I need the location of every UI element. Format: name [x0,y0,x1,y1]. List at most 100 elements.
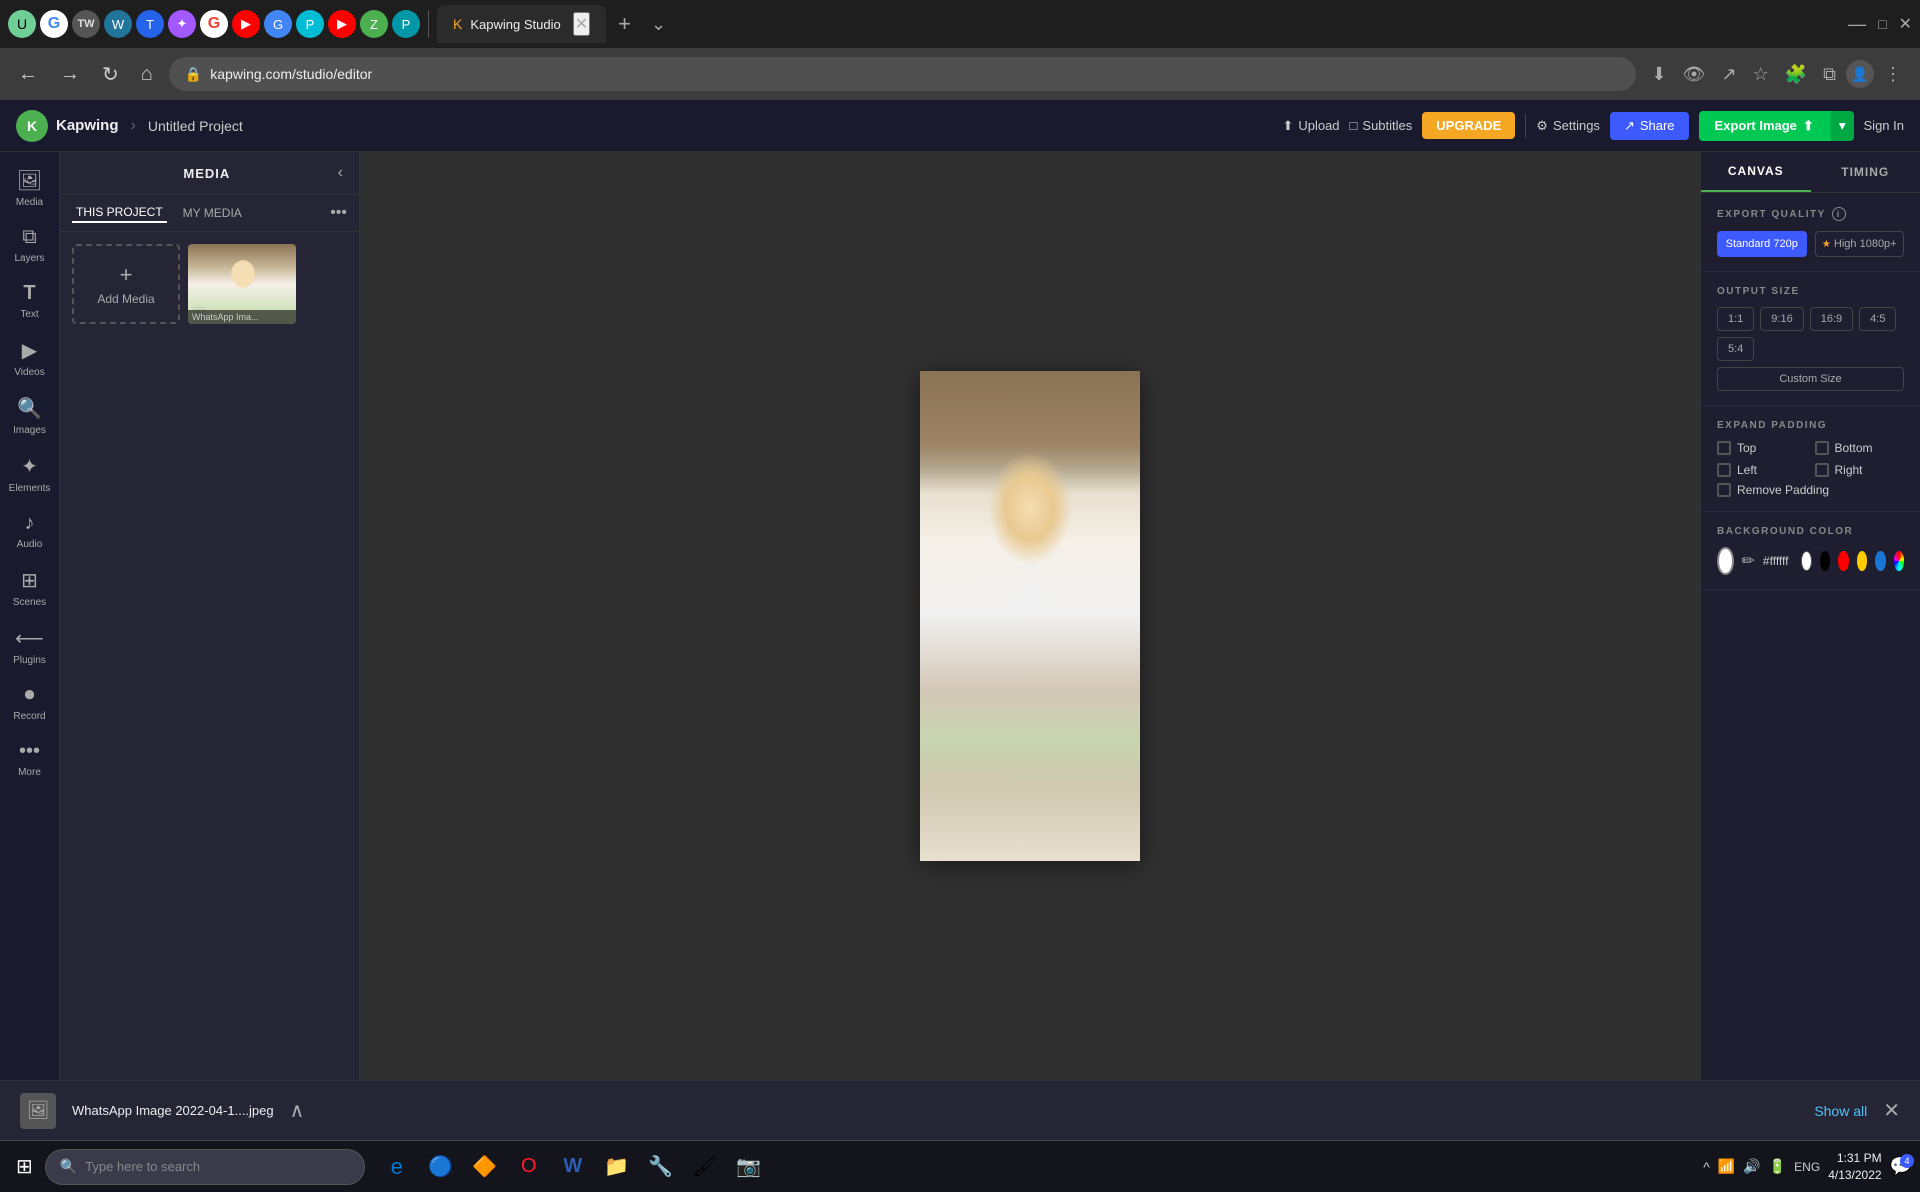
taskbar-app-word[interactable]: W [553,1147,593,1187]
taskbar-app-opera[interactable]: O [509,1147,549,1187]
remove-padding-row[interactable]: Remove Padding [1717,483,1904,497]
size-4-5-button[interactable]: 4:5 [1859,307,1896,331]
sidebar-item-plugins[interactable]: ⟵ Plugins [0,618,59,674]
search-bar[interactable]: 🔍 Type here to search [45,1149,365,1185]
padding-left-checkbox[interactable] [1717,463,1731,477]
padding-right-option[interactable]: Right [1815,463,1905,477]
custom-size-button[interactable]: Custom Size [1717,367,1904,391]
favicon-z[interactable]: Z [360,10,388,38]
padding-top-option[interactable]: Top [1717,441,1807,455]
download-icon[interactable]: ⬇ [1646,60,1673,89]
signin-button[interactable]: Sign In [1864,118,1904,133]
padding-bottom-checkbox[interactable] [1815,441,1829,455]
favicon-paws[interactable]: P [296,10,324,38]
sidebar-item-media[interactable]: 🖼 Media [0,160,59,216]
remove-padding-checkbox[interactable] [1717,483,1731,497]
subtitles-button[interactable]: □ Subtitles [1350,118,1413,133]
sidebar-item-text[interactable]: T Text [0,274,59,328]
upgrade-button[interactable]: UPGRADE [1422,112,1515,139]
eye-icon[interactable]: 👁 [1677,60,1712,89]
taskbar-app-tool1[interactable]: 🔧 [641,1147,681,1187]
user-avatar[interactable]: 👤 [1846,60,1874,88]
taskbar-app-chrome[interactable]: 🔵 [421,1147,461,1187]
favicon-tv[interactable]: T [136,10,164,38]
tab-timing[interactable]: TIMING [1811,152,1920,192]
favicon-youtube2[interactable]: ▶ [328,10,356,38]
taskbar-app-paint[interactable]: 🖌 [685,1147,725,1187]
home-button[interactable]: ⌂ [135,59,159,90]
tab-overflow-arrow[interactable]: ⌄ [651,14,666,35]
padding-top-checkbox[interactable] [1717,441,1731,455]
minimize-icon[interactable]: — [1848,14,1866,35]
taskbar-app-edge[interactable]: e [377,1147,417,1187]
padding-bottom-option[interactable]: Bottom [1815,441,1905,455]
taskbar-app-explorer[interactable]: 🔶 [465,1147,505,1187]
sidebar-item-images[interactable]: 🔍 Images [0,388,59,444]
new-tab-button[interactable]: + [610,11,639,37]
share-icon[interactable]: ↗ [1715,60,1742,89]
star-icon[interactable]: ☆ [1747,60,1775,89]
color-black[interactable] [1820,551,1830,571]
sidebar-item-videos[interactable]: ▶ Videos [0,330,59,386]
taskbar-app-camera[interactable]: 📷 [729,1147,769,1187]
bg-color-swatch[interactable] [1717,547,1734,575]
size-1-1-button[interactable]: 1:1 [1717,307,1754,331]
pencil-icon[interactable]: ✏ [1742,551,1755,571]
tab-close-button[interactable]: ✕ [573,12,590,36]
favicon-tw[interactable]: TW [72,10,100,38]
favicon-wp[interactable]: W [104,10,132,38]
size-9-16-button[interactable]: 9:16 [1760,307,1803,331]
sidebar-item-scenes[interactable]: ⊞ Scenes [0,560,59,616]
color-blue[interactable] [1875,551,1885,571]
add-media-button[interactable]: + Add Media [72,244,180,324]
tab-my-media[interactable]: MY MEDIA [179,204,246,222]
tab-canvas[interactable]: CANVAS [1701,152,1811,192]
sidebar-item-record[interactable]: ⏺ Record [0,676,59,730]
favicon-google3[interactable]: G [264,10,292,38]
padding-right-checkbox[interactable] [1815,463,1829,477]
favicon-figma[interactable]: ✦ [168,10,196,38]
sidebar-item-audio[interactable]: ♪ Audio [0,504,59,558]
profile-split-icon[interactable]: ⧉ [1817,60,1842,89]
refresh-button[interactable]: ↻ [96,58,125,91]
menu-icon[interactable]: ⋮ [1878,60,1908,89]
collapse-download-button[interactable]: ∧ [290,1098,305,1123]
favicon-youtube1[interactable]: ▶ [232,10,260,38]
media-more-button[interactable]: ••• [330,204,347,222]
color-yellow[interactable] [1857,551,1867,571]
start-button[interactable]: ⊞ [8,1150,41,1183]
padding-left-option[interactable]: Left [1717,463,1807,477]
active-tab[interactable]: K Kapwing Studio ✕ [437,5,606,43]
media-collapse-button[interactable]: ‹ [338,164,343,182]
sidebar-item-elements[interactable]: ✦ Elements [0,446,59,502]
extensions-icon[interactable]: 🧩 [1779,60,1813,89]
favicon-upwork[interactable]: U [8,10,36,38]
sidebar-item-more[interactable]: ••• More [0,732,59,786]
favicon-google1[interactable]: G [40,10,68,38]
share-button[interactable]: ↗ Share [1610,112,1689,140]
color-red[interactable] [1838,551,1848,571]
upload-button[interactable]: ⬆ Upload [1282,118,1339,134]
favicon-google2[interactable]: G [200,10,228,38]
color-white[interactable] [1801,551,1812,571]
export-quality-info-icon[interactable]: i [1832,207,1846,221]
forward-button[interactable]: → [54,59,86,90]
back-button[interactable]: ← [12,59,44,90]
address-input[interactable]: 🔒 kapwing.com/studio/editor [169,57,1636,91]
taskbar-app-files[interactable]: 📁 [597,1147,637,1187]
settings-button[interactable]: ⚙ Settings [1536,118,1600,134]
close-bar-button[interactable]: ✕ [1883,1098,1900,1123]
canvas-area[interactable] [360,152,1700,1080]
export-main-button[interactable]: Export Image ⬆ [1699,111,1830,141]
systray-chevron[interactable]: ^ [1703,1159,1710,1175]
favicon-p[interactable]: P [392,10,420,38]
maximize-icon[interactable]: □ [1878,16,1886,32]
export-dropdown-button[interactable]: ▾ [1830,111,1854,141]
size-5-4-button[interactable]: 5:4 [1717,337,1754,361]
media-thumbnail-0[interactable]: 🖼 WhatsApp Ima... [188,244,296,324]
sidebar-item-layers[interactable]: ⧉ Layers [0,218,59,272]
quality-standard-button[interactable]: Standard 720p [1717,231,1807,257]
size-16-9-button[interactable]: 16:9 [1810,307,1853,331]
notification-button[interactable]: 💬 4 [1890,1156,1912,1177]
quality-high-button[interactable]: ★ High 1080p+ [1815,231,1905,257]
